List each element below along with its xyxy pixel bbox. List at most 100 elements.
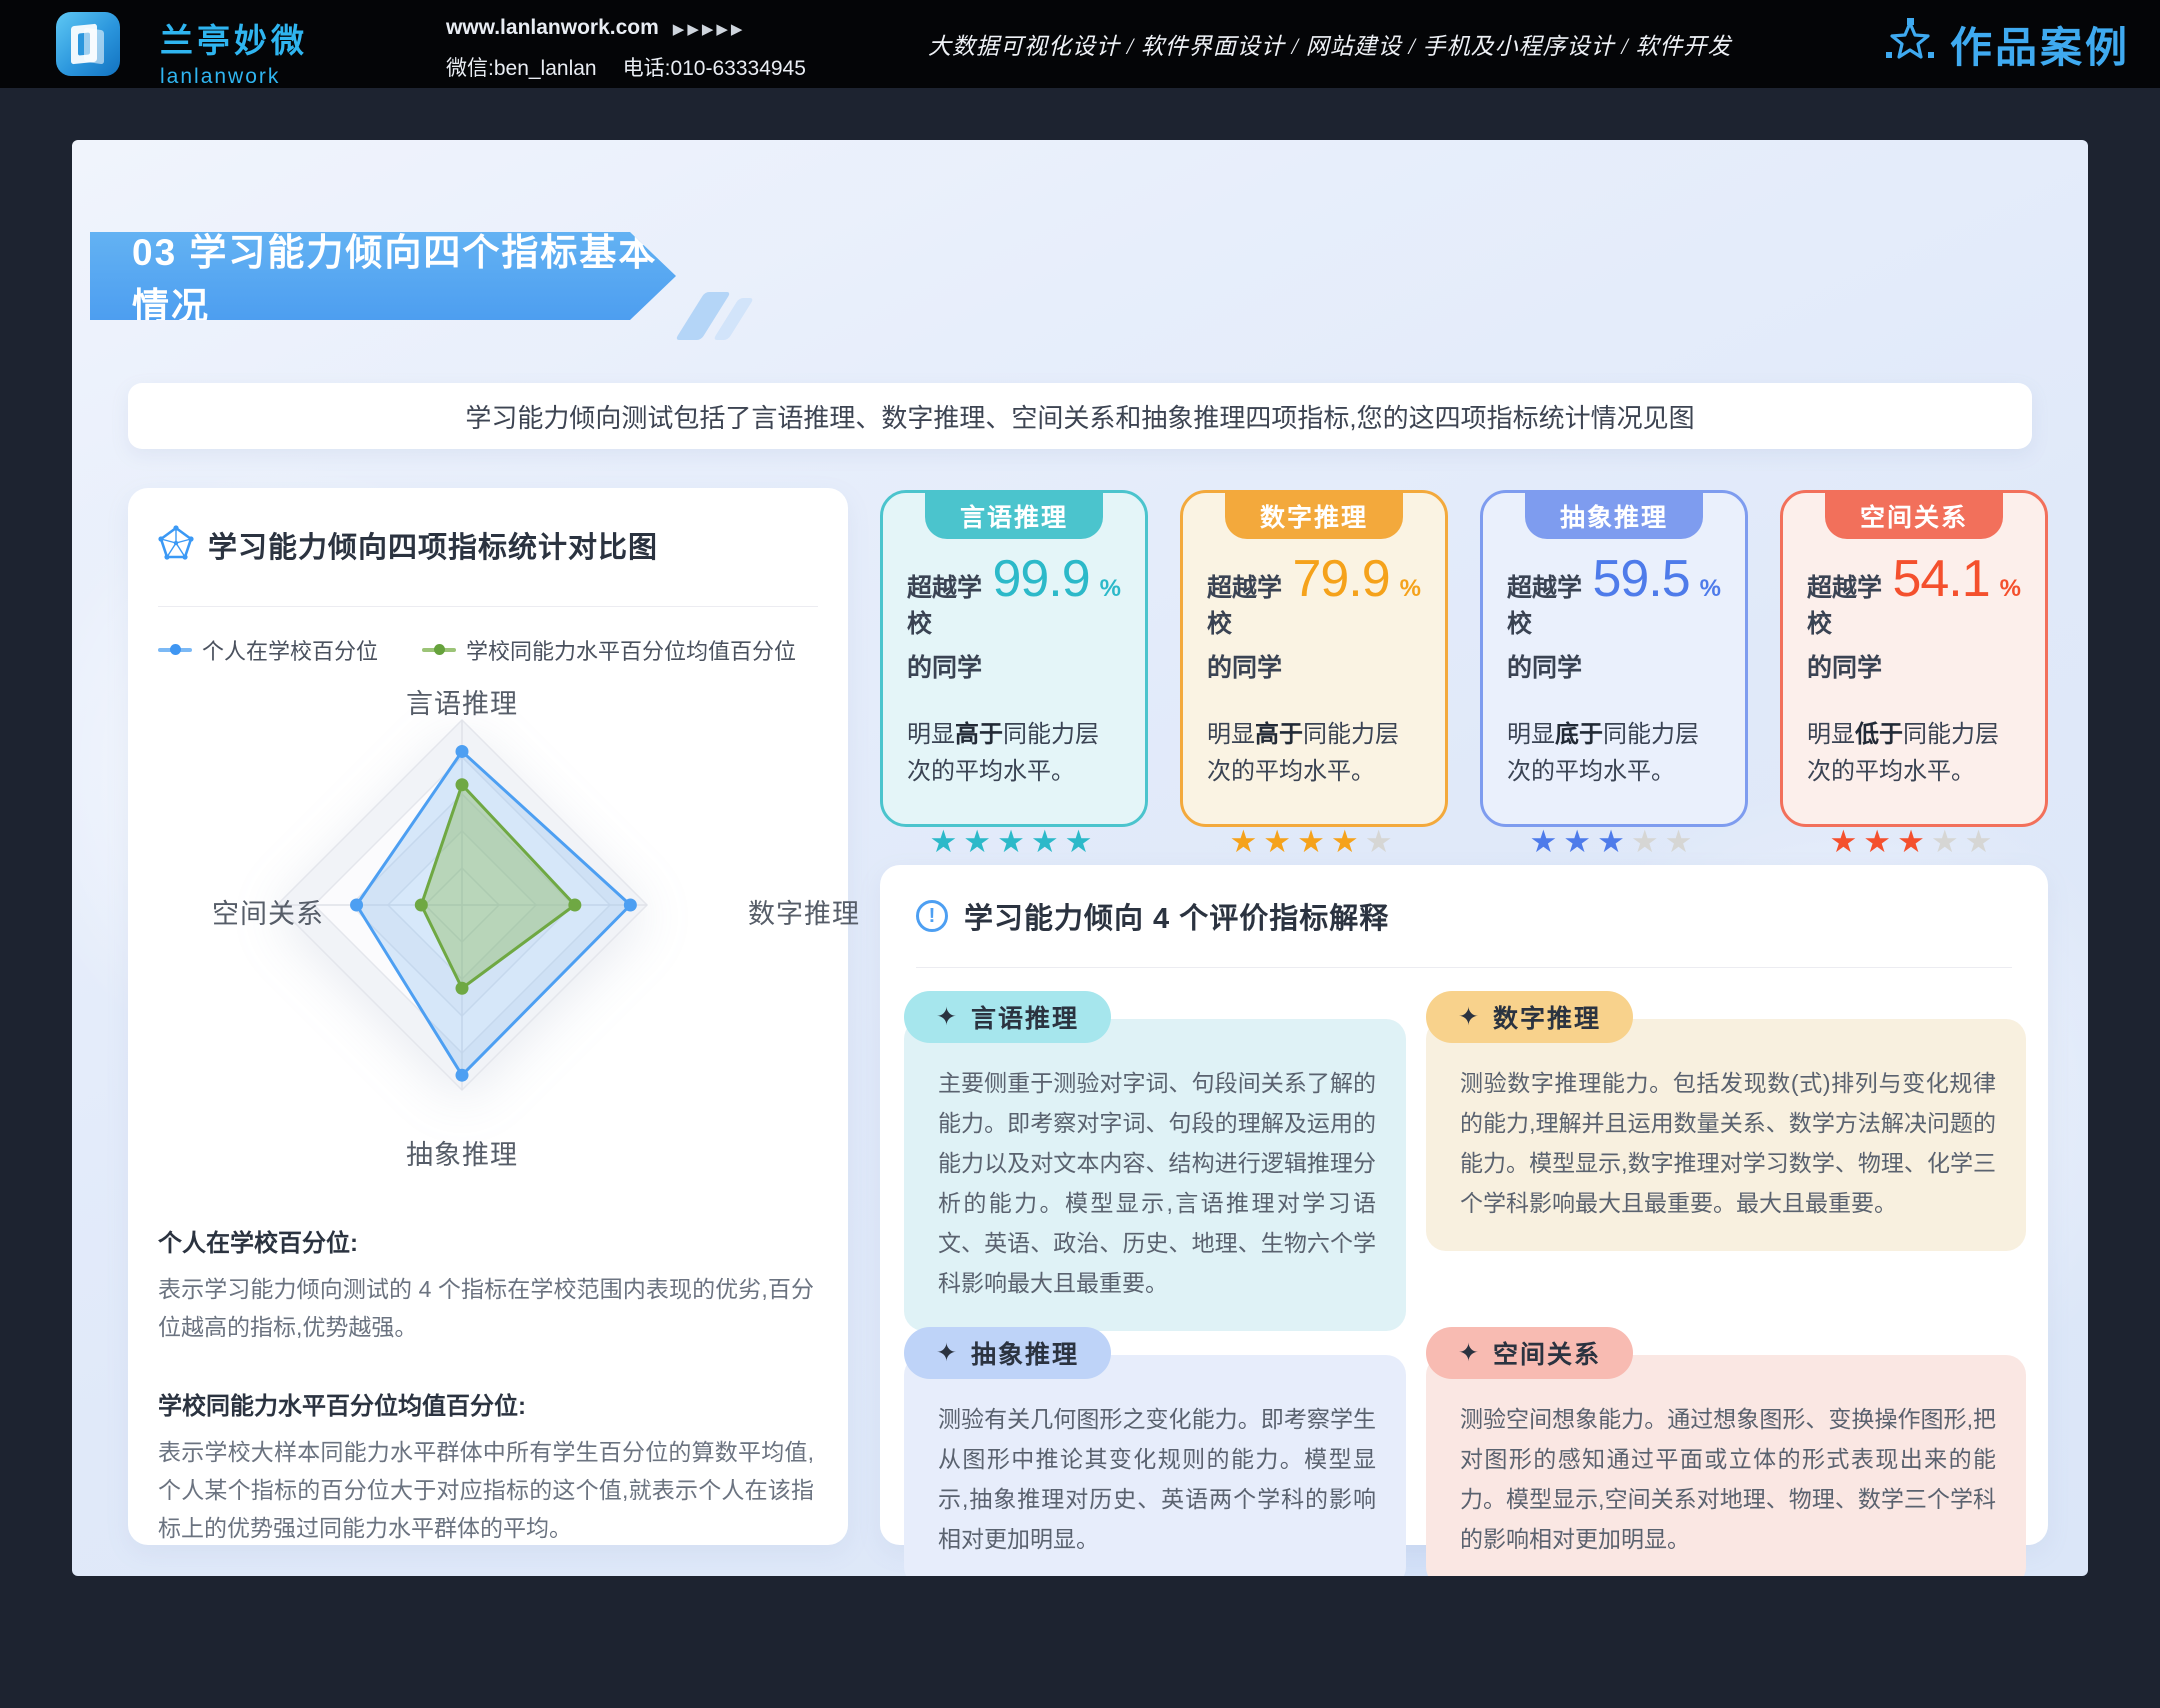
- exceed-suffix: 的同学: [907, 648, 1121, 684]
- website-url: www.lanlanwork.com: [446, 16, 659, 39]
- stars-empty: ★★: [1631, 824, 1699, 859]
- percentile-value: 59.5: [1592, 549, 1689, 609]
- exceed-suffix: 的同学: [1807, 648, 2021, 684]
- score-card-numeric: 数字推理 超越学校 79.9 % 的同学 明显高于同能力层次的平均水平。 ★★★…: [1180, 490, 1448, 827]
- explain-body: 测验空间想象能力。通过想象图形、变换操作图形,把对图形的感知通过平面或立体的形式…: [1426, 1355, 2026, 1576]
- star-rating: ★★★★★: [1507, 824, 1721, 860]
- explanation-panel: ! 学习能力倾向 4 个评价指标解释 ✦ 言语推理 主要侧重于测验对字词、句段间…: [880, 865, 2048, 1545]
- explain-block-abstract: ✦ 抽象推理 测验有关几何图形之变化能力。即考察学生从图形中推论其变化规则的能力…: [904, 1327, 1406, 1576]
- divider: [916, 967, 2012, 968]
- explain-body: 测验数字推理能力。包括发现数(式)排列与变化规律的能力,理解并且运用数量关系、数…: [1426, 1019, 2026, 1251]
- legend-marker-blue: [158, 648, 192, 652]
- section-title: 03 学习能力倾向四个指标基本情况: [132, 222, 676, 330]
- explain-pill: ✦ 言语推理: [904, 991, 1111, 1043]
- sparkle-icon: ✦: [1458, 1338, 1481, 1368]
- star-rating: ★★★★★: [1807, 824, 2021, 860]
- explain-label: 数字推理: [1493, 999, 1601, 1035]
- explain-pill: ✦ 数字推理: [1426, 991, 1633, 1043]
- explain-block-spatial: ✦ 空间关系 测验空间想象能力。通过想象图形、变换操作图形,把对图形的感知通过平…: [1426, 1327, 2026, 1576]
- percentile-value: 99.9: [992, 549, 1089, 609]
- portfolio-block: 作品案例: [1884, 0, 2130, 88]
- explain-label: 言语推理: [971, 999, 1079, 1035]
- judgement-text: 明显低于同能力层次的平均水平。: [1807, 716, 2021, 790]
- judgement-text: 明显底于同能力层次的平均水平。: [1507, 716, 1721, 790]
- radar-panel: 学习能力倾向四项指标统计对比图 个人在学校百分位 学校同能力水平百分位均值百分位…: [128, 488, 848, 1545]
- divider: [158, 606, 818, 607]
- report-page: 兰亭妙微 lanlanwork www.lanlanwork.com ▶▶▶▶▶ …: [0, 0, 2160, 1708]
- percent-sign: %: [2000, 575, 2021, 603]
- percentile-value: 54.1: [1892, 549, 1989, 609]
- brand-block: 兰亭妙微 lanlanwork: [160, 14, 308, 89]
- intro-bar: 学习能力倾向测试包括了言语推理、数字推理、空间关系和抽象推理四项指标,您的这四项…: [128, 383, 2032, 449]
- explain-label: 空间关系: [1493, 1335, 1601, 1371]
- legend-marker-green: [422, 648, 456, 652]
- stars-filled: ★★★★★: [930, 824, 1099, 859]
- stars-filled: ★★★: [1830, 824, 1931, 859]
- note-heading: 个人在学校百分位:: [158, 1223, 814, 1258]
- note-body: 表示学校大样本同能力水平群体中所有学生百分位的算数平均值,个人某个指标的百分位大…: [158, 1433, 814, 1547]
- pen-tool-icon: [1884, 16, 1936, 73]
- services-list: 大数据可视化设计 / 软件界面设计 / 网站建设 / 手机及小程序设计 / 软件…: [928, 0, 1732, 88]
- score-card-tab: 言语推理: [925, 492, 1103, 539]
- explain-body: 测验有关几何图形之变化能力。即考察学生从图形中推论其变化规则的能力。模型显示,抽…: [904, 1355, 1406, 1576]
- score-card-tab: 抽象推理: [1525, 492, 1703, 539]
- report-sheet: 03 学习能力倾向四个指标基本情况 学习能力倾向测试包括了言语推理、数字推理、空…: [72, 140, 2088, 1576]
- explanation-title: 学习能力倾向 4 个评价指标解释: [964, 895, 1389, 937]
- score-card-tab: 数字推理: [1225, 492, 1403, 539]
- explain-label: 抽象推理: [971, 1335, 1079, 1371]
- exceed-prefix: 超越学校: [1207, 568, 1282, 640]
- explain-pill: ✦ 空间关系: [1426, 1327, 1633, 1379]
- judgement-text: 明显高于同能力层次的平均水平。: [907, 716, 1121, 790]
- stars-filled: ★★★★: [1230, 824, 1365, 859]
- exceed-prefix: 超越学校: [1807, 568, 1882, 640]
- radar-chart: [102, 655, 822, 1155]
- sparkle-icon: ✦: [936, 1338, 959, 1368]
- percent-sign: %: [1100, 575, 1121, 603]
- wechat-id: 微信:ben_lanlan: [446, 57, 597, 80]
- explain-pill: ✦ 抽象推理: [904, 1327, 1111, 1379]
- radar-axis-label: 数字推理: [748, 892, 868, 931]
- portfolio-label: 作品案例: [1950, 14, 2130, 75]
- note-heading: 学校同能力水平百分位均值百分位:: [158, 1386, 814, 1421]
- exceed-prefix: 超越学校: [907, 568, 982, 640]
- phone-number: 电话:010-63334945: [623, 57, 806, 80]
- info-icon: !: [916, 900, 948, 932]
- percentile-value: 79.9: [1292, 549, 1389, 609]
- score-card-verbal: 言语推理 超越学校 99.9 % 的同学 明显高于同能力层次的平均水平。 ★★★…: [880, 490, 1148, 827]
- arrows-icon: ▶▶▶▶▶: [673, 21, 746, 38]
- stars-filled: ★★★: [1530, 824, 1631, 859]
- exceed-prefix: 超越学校: [1507, 568, 1582, 640]
- sparkle-icon: ✦: [1458, 1002, 1481, 1032]
- exceed-suffix: 的同学: [1207, 648, 1421, 684]
- stars-empty: ★★: [1931, 824, 1999, 859]
- stars-empty: ★: [1365, 824, 1399, 859]
- book-page-icon: [84, 28, 104, 65]
- exceed-suffix: 的同学: [1507, 648, 1721, 684]
- score-card-tab: 空间关系: [1825, 492, 2003, 539]
- score-card-abstract: 抽象推理 超越学校 59.5 % 的同学 明显底于同能力层次的平均水平。 ★★★…: [1480, 490, 1748, 827]
- radar-chart-icon: [158, 525, 194, 566]
- top-banner: 兰亭妙微 lanlanwork www.lanlanwork.com ▶▶▶▶▶ …: [0, 0, 2160, 88]
- contact-block: www.lanlanwork.com ▶▶▶▶▶ 微信:ben_lanlan 电话:…: [446, 16, 832, 82]
- note-body: 表示学习能力倾向测试的 4 个指标在学校范围内表现的优劣,百分位越高的指标,优势…: [158, 1270, 814, 1346]
- explain-body: 主要侧重于测验对字词、句段间关系了解的能力。即考察对字词、句段的理解及运用的能力…: [904, 1019, 1406, 1331]
- brand-name-en: lanlanwork: [160, 65, 308, 89]
- explain-block-verbal: ✦ 言语推理 主要侧重于测验对字词、句段间关系了解的能力。即考察对字词、句段的理…: [904, 991, 1406, 1331]
- section-title-ribbon: 03 学习能力倾向四个指标基本情况: [90, 232, 676, 320]
- star-rating: ★★★★★: [907, 824, 1121, 860]
- explain-block-numeric: ✦ 数字推理 测验数字推理能力。包括发现数(式)排列与变化规律的能力,理解并且运…: [1426, 991, 2026, 1251]
- radar-axis-label: 抽象推理: [362, 1133, 562, 1172]
- radar-panel-title: 学习能力倾向四项指标统计对比图: [208, 524, 658, 566]
- intro-text: 学习能力倾向测试包括了言语推理、数字推理、空间关系和抽象推理四项指标,您的这四项…: [465, 398, 1694, 435]
- percent-sign: %: [1400, 575, 1421, 603]
- percent-sign: %: [1700, 575, 1721, 603]
- radar-axis-label: 空间关系: [212, 892, 332, 931]
- judgement-text: 明显高于同能力层次的平均水平。: [1207, 716, 1421, 790]
- sparkle-icon: ✦: [936, 1002, 959, 1032]
- radar-axis-label: 言语推理: [362, 682, 562, 721]
- brand-logo: [56, 12, 120, 76]
- brand-name-cn: 兰亭妙微: [160, 14, 308, 62]
- score-card-spatial: 空间关系 超越学校 54.1 % 的同学 明显低于同能力层次的平均水平。 ★★★…: [1780, 490, 2048, 827]
- star-rating: ★★★★★: [1207, 824, 1421, 860]
- radar-notes: 个人在学校百分位: 表示学习能力倾向测试的 4 个指标在学校范围内表现的优劣,百…: [158, 1223, 814, 1576]
